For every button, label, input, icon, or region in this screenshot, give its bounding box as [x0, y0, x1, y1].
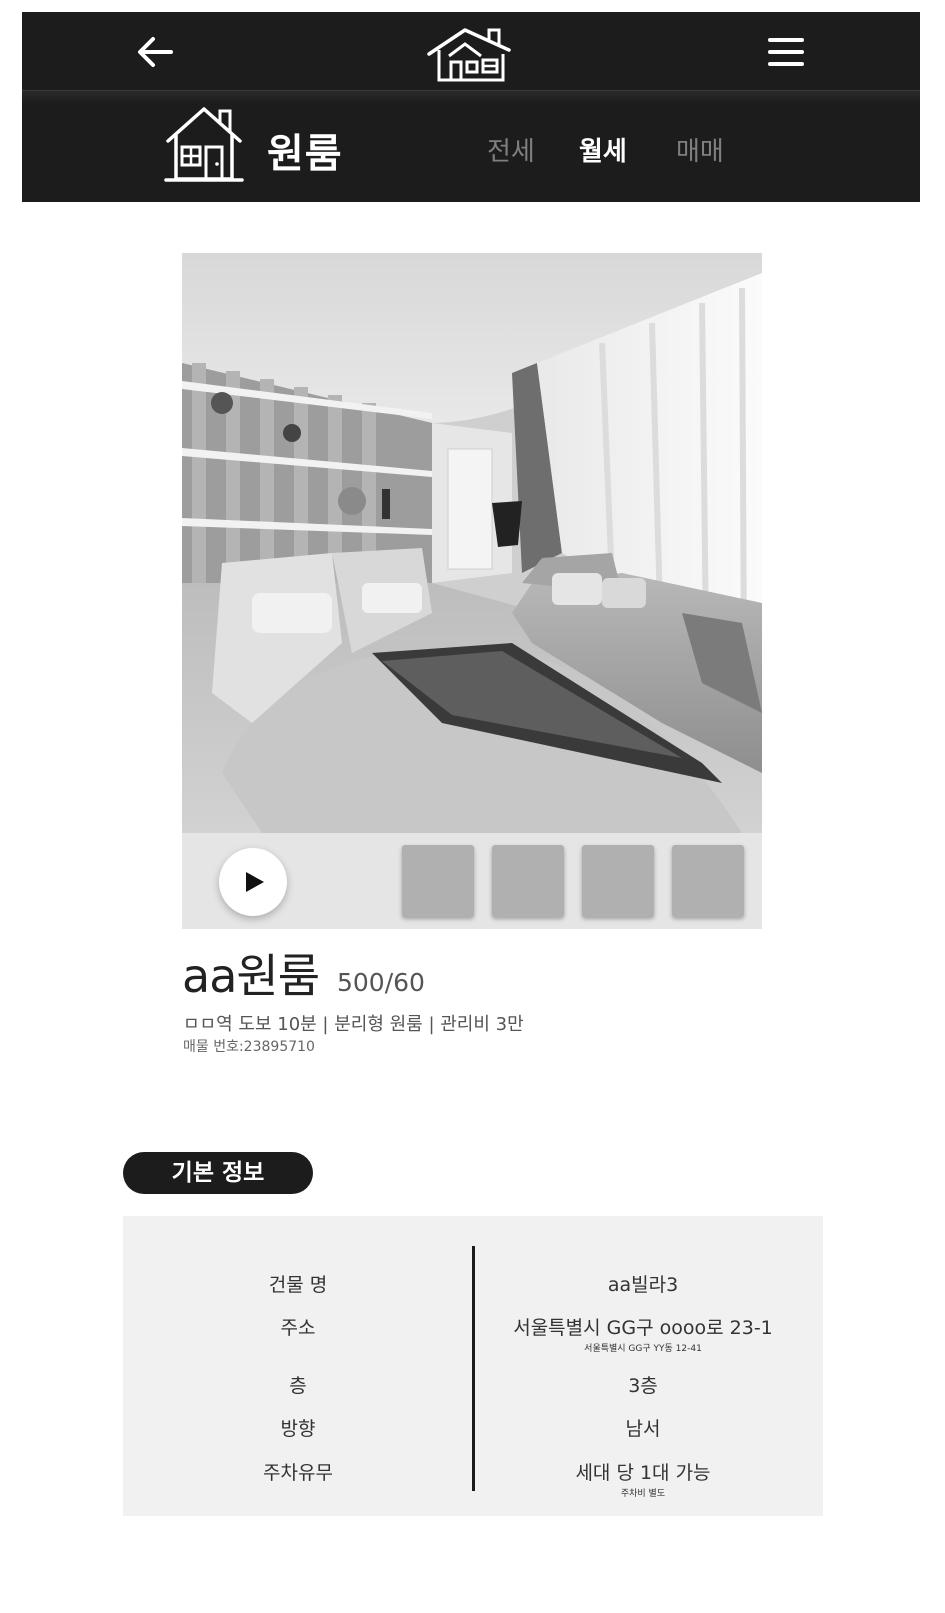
thumbnail-1[interactable] — [402, 845, 474, 917]
info-value-floor: 3층 — [628, 1375, 658, 1397]
tab-jeonse[interactable]: 전세 — [487, 131, 535, 168]
info-label-building-name: 건물 명 — [268, 1274, 328, 1296]
info-label-direction: 방향 — [280, 1418, 316, 1440]
tab-maemae[interactable]: 매매 — [676, 131, 724, 168]
category-title: 원룸 — [267, 131, 343, 177]
thumbnail-4[interactable] — [672, 845, 744, 917]
play-icon — [246, 872, 264, 892]
info-value-building-name: aa빌라3 — [607, 1274, 679, 1296]
house-logo-icon[interactable] — [425, 24, 517, 82]
info-label-address: 주소 — [280, 1317, 316, 1339]
info-label-parking: 주차유무 — [263, 1462, 333, 1484]
play-button[interactable] — [219, 848, 287, 916]
info-sub-address-lot: 서울특별시 GG구 YY동 12-41 — [584, 1344, 702, 1354]
thumbnail-3[interactable] — [582, 845, 654, 917]
section-title-basic-info: 기본 정보 — [123, 1152, 313, 1194]
room-photo[interactable] — [182, 253, 762, 833]
info-value-direction: 남서 — [625, 1418, 661, 1440]
back-arrow-icon[interactable] — [135, 32, 175, 72]
listing-summary: ㅁㅁ역 도보 10분 | 분리형 원룸 | 관리비 3만 — [183, 1014, 524, 1035]
info-label-floor: 층 — [289, 1375, 307, 1397]
info-value-parking: 세대 당 1대 가능 — [575, 1462, 711, 1484]
tab-wolse[interactable]: 월세 — [579, 131, 627, 168]
listing-name: aa원룸 — [182, 949, 320, 1003]
listing-id: 매물 번호:23895710 — [183, 1039, 315, 1055]
thumbnail-2[interactable] — [492, 845, 564, 917]
thumbnail-bar — [182, 833, 762, 929]
listing-price: 500/60 — [337, 968, 425, 997]
info-value-address: 서울특별시 GG구 oooo로 23-1 — [513, 1317, 773, 1339]
hamburger-menu-icon[interactable] — [767, 34, 805, 70]
house-icon — [162, 103, 246, 185]
basic-info-table: 건물 명 aa빌라3 주소 서울특별시 GG구 oooo로 23-1 서울특별시… — [123, 1216, 823, 1516]
photo-gallery — [182, 253, 762, 929]
top-nav-bar — [22, 12, 920, 91]
column-divider — [472, 1246, 475, 1491]
info-sub-parking-fee: 주차비 별도 — [620, 1489, 666, 1499]
category-header: 원룸 전세 월세 매매 — [22, 91, 920, 202]
